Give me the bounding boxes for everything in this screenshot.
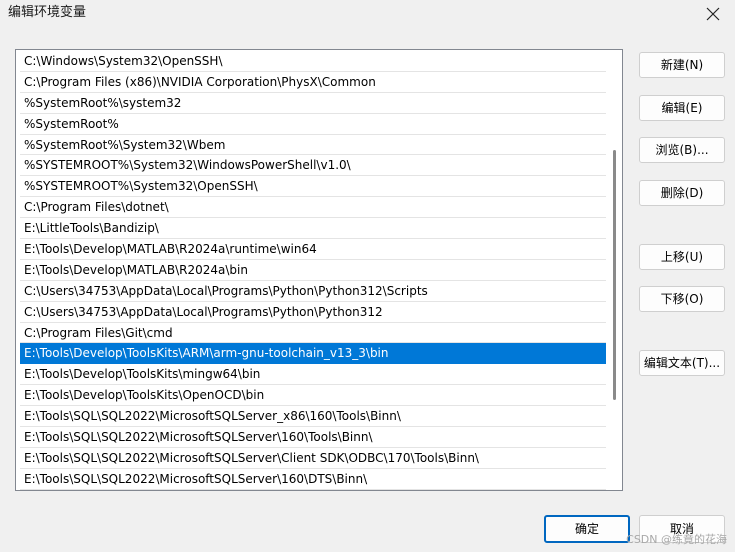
path-list-item[interactable]: E:\Tools\SQL\SQL2022\MicrosoftSQLServer\… (20, 469, 606, 490)
title-bar: 编辑环境变量 (0, 0, 735, 28)
path-list-item[interactable]: E:\Tools\Develop\ToolsKits\ARM\arm-gnu-t… (20, 343, 606, 365)
path-list-item[interactable]: %SYSTEMROOT%\System32\OpenSSH\ (20, 176, 606, 198)
scrollbar-thumb[interactable] (613, 150, 616, 400)
path-list-item[interactable]: %SYSTEMROOT%\System32\WindowsPowerShell\… (20, 155, 606, 177)
path-listbox[interactable]: C:\Windows\System32\OpenSSH\ C:\Program F… (15, 49, 623, 491)
edit-button[interactable]: 编辑(E) (639, 95, 725, 121)
path-list-item[interactable]: E:\Tools\SQL\SQL2022\MicrosoftSQLServer\… (20, 427, 606, 448)
window-title: 编辑环境变量 (8, 5, 87, 20)
path-list-item[interactable]: E:\Tools\Develop\MATLAB\R2024a\runtime\w… (20, 239, 606, 260)
close-icon (706, 7, 720, 21)
path-list-item[interactable]: E:\Tools\Develop\MATLAB\R2024a\bin (20, 260, 606, 281)
move-up-button[interactable]: 上移(U) (639, 244, 725, 270)
path-list-item[interactable]: E:\Tools\Develop\ToolsKits\mingw64\bin (20, 364, 606, 386)
path-list-item[interactable]: C:\Program Files\Git\cmd (20, 323, 606, 344)
path-list-item[interactable]: C:\Users\34753\AppData\Local\Programs\Py… (20, 302, 606, 323)
watermark: CSDN @练竟的花海 (626, 533, 727, 546)
ok-button[interactable]: 确定 (544, 515, 630, 543)
move-down-button[interactable]: 下移(O) (639, 286, 725, 312)
browse-button[interactable]: 浏览(B)... (639, 137, 725, 163)
path-list-item[interactable]: E:\LittleTools\Bandizip\ (20, 218, 606, 240)
close-button[interactable] (691, 0, 735, 28)
delete-button[interactable]: 删除(D) (639, 180, 725, 206)
path-list-item[interactable]: E:\Tools\SQL\SQL2022\MicrosoftSQLServer\… (20, 448, 606, 469)
path-list[interactable]: C:\Windows\System32\OpenSSH\ C:\Program F… (20, 51, 606, 490)
path-list-item[interactable]: E:\Tools\SQL\SQL2022\MicrosoftSQLServer_… (20, 406, 606, 428)
path-list-item[interactable]: C:\Users\34753\AppData\Local\Programs\Py… (20, 281, 606, 302)
path-list-item[interactable]: E:\Tools\Develop\ToolsKits\OpenOCD\bin (20, 385, 606, 407)
path-list-item[interactable]: C:\Windows\System32\OpenSSH\ (20, 51, 606, 72)
path-list-item[interactable]: %SystemRoot% (20, 114, 606, 135)
edit-text-button[interactable]: 编辑文本(T)... (639, 350, 725, 376)
path-list-item[interactable]: %SystemRoot%\System32\Wbem (20, 135, 606, 156)
path-list-item[interactable]: %SystemRoot%\system32 (20, 93, 606, 114)
path-list-item[interactable]: C:\Program Files (x86)\NVIDIA Corporatio… (20, 72, 606, 93)
new-button[interactable]: 新建(N) (639, 52, 725, 78)
vertical-scrollbar[interactable] (606, 50, 622, 490)
path-list-item[interactable]: C:\Program Files\dotnet\ (20, 197, 606, 219)
